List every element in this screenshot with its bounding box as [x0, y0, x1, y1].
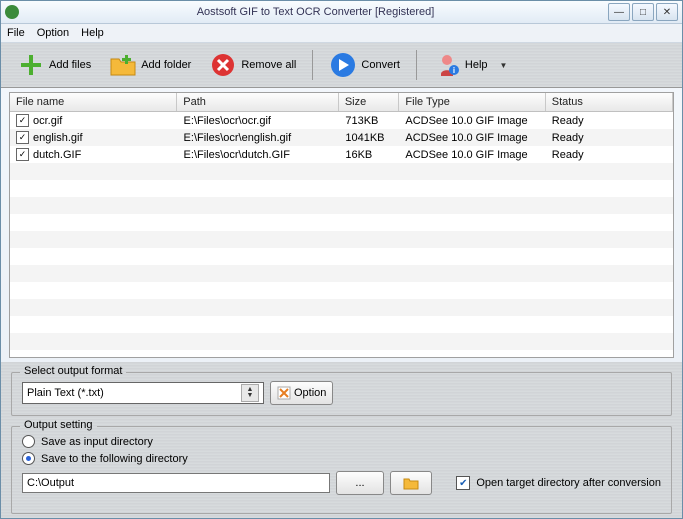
- cell-size: 713KB: [345, 115, 378, 127]
- col-path[interactable]: Path: [177, 93, 339, 111]
- output-path-input[interactable]: C:\Output: [22, 473, 330, 493]
- add-folder-button[interactable]: Add folder: [103, 49, 197, 81]
- cell-status: Ready: [552, 115, 584, 127]
- minimize-button[interactable]: —: [608, 3, 630, 21]
- table-header: File name Path Size File Type Status: [10, 93, 673, 112]
- remove-all-label: Remove all: [241, 59, 296, 71]
- radio-input-dir[interactable]: [22, 435, 35, 448]
- row-checkbox[interactable]: ✓: [16, 148, 29, 161]
- cell-name: dutch.GIF: [33, 149, 81, 161]
- cell-name: english.gif: [33, 132, 83, 144]
- open-after-checkbox[interactable]: ✔: [456, 476, 470, 490]
- radio-following-dir-label: Save to the following directory: [41, 453, 188, 465]
- menu-file[interactable]: File: [7, 27, 25, 39]
- toolbar: Add files Add folder Remove all Convert …: [1, 43, 682, 88]
- convert-label: Convert: [361, 59, 400, 71]
- cell-type: ACDSee 10.0 GIF Image: [405, 115, 527, 127]
- menu-help[interactable]: Help: [81, 27, 104, 39]
- cell-size: 1041KB: [345, 132, 384, 144]
- maximize-button[interactable]: □: [632, 3, 654, 21]
- col-status[interactable]: Status: [546, 93, 673, 111]
- cell-status: Ready: [552, 149, 584, 161]
- radio-input-dir-label: Save as input directory: [41, 436, 153, 448]
- help-icon: i: [433, 51, 461, 79]
- menubar: File Option Help: [1, 24, 682, 43]
- format-combo-value: Plain Text (*.txt): [27, 387, 104, 399]
- browse-button[interactable]: ...: [336, 471, 384, 495]
- format-combo[interactable]: Plain Text (*.txt) ▲▼: [22, 382, 264, 404]
- close-button[interactable]: ✕: [656, 3, 678, 21]
- row-checkbox[interactable]: ✓: [16, 131, 29, 144]
- table-row[interactable]: ✓ dutch.GIF E:\Files\ocr\dutch.GIF 16KB ACDS…: [10, 146, 673, 163]
- open-folder-button[interactable]: [390, 471, 432, 495]
- row-checkbox[interactable]: ✓: [16, 114, 29, 127]
- help-button[interactable]: i Help ▼: [427, 49, 514, 81]
- col-name[interactable]: File name: [10, 93, 177, 111]
- option-label: Option: [294, 387, 326, 399]
- menu-option[interactable]: Option: [37, 27, 69, 39]
- toolbar-divider: [312, 50, 313, 80]
- cell-status: Ready: [552, 132, 584, 144]
- cell-path: E:\Files\ocr\ocr.gif: [184, 115, 271, 127]
- open-after-label: Open target directory after conversion: [476, 477, 661, 489]
- table-body: ✓ ocr.gif E:\Files\ocr\ocr.gif 713KB ACDSee …: [10, 112, 673, 357]
- system-buttons: — □ ✕: [608, 3, 678, 21]
- remove-all-button[interactable]: Remove all: [203, 49, 302, 81]
- cell-type: ACDSee 10.0 GIF Image: [405, 132, 527, 144]
- app-icon: [5, 5, 19, 19]
- cell-name: ocr.gif: [33, 115, 62, 127]
- radio-following-dir[interactable]: [22, 452, 35, 465]
- output-format-title: Select output format: [20, 365, 126, 377]
- app-window: Aostsoft GIF to Text OCR Converter [Regi…: [0, 0, 683, 519]
- add-files-label: Add files: [49, 59, 91, 71]
- combo-arrows-icon: ▲▼: [241, 384, 259, 402]
- add-folder-icon: [109, 51, 137, 79]
- add-folder-label: Add folder: [141, 59, 191, 71]
- output-setting-group: Output setting Save as input directory S…: [11, 426, 672, 514]
- help-label: Help: [465, 59, 488, 71]
- toolbar-divider: [416, 50, 417, 80]
- table-row[interactable]: ✓ ocr.gif E:\Files\ocr\ocr.gif 713KB ACDSee …: [10, 112, 673, 129]
- svg-text:i: i: [453, 66, 455, 75]
- option-icon: [277, 386, 291, 400]
- help-dropdown-icon: ▼: [500, 61, 508, 70]
- cell-path: E:\Files\ocr\dutch.GIF: [184, 149, 290, 161]
- file-table: File name Path Size File Type Status ✓ oc…: [9, 92, 674, 358]
- convert-button[interactable]: Convert: [323, 49, 406, 81]
- add-files-button[interactable]: Add files: [11, 49, 97, 81]
- cell-path: E:\Files\ocr\english.gif: [184, 132, 292, 144]
- table-row[interactable]: ✓ english.gif E:\Files\ocr\english.gif 1041…: [10, 129, 673, 146]
- cell-type: ACDSee 10.0 GIF Image: [405, 149, 527, 161]
- add-files-icon: [17, 51, 45, 79]
- output-format-group: Select output format Plain Text (*.txt) …: [11, 372, 672, 416]
- option-button[interactable]: Option: [270, 381, 333, 405]
- output-setting-title: Output setting: [20, 419, 97, 431]
- lower-panel: Select output format Plain Text (*.txt) …: [1, 362, 682, 518]
- titlebar: Aostsoft GIF to Text OCR Converter [Regi…: [1, 1, 682, 24]
- col-size[interactable]: Size: [339, 93, 400, 111]
- col-type[interactable]: File Type: [399, 93, 545, 111]
- remove-all-icon: [209, 51, 237, 79]
- cell-size: 16KB: [345, 149, 372, 161]
- output-path-value: C:\Output: [27, 477, 74, 489]
- folder-icon: [403, 476, 419, 490]
- convert-icon: [329, 51, 357, 79]
- window-title: Aostsoft GIF to Text OCR Converter [Regi…: [23, 6, 608, 18]
